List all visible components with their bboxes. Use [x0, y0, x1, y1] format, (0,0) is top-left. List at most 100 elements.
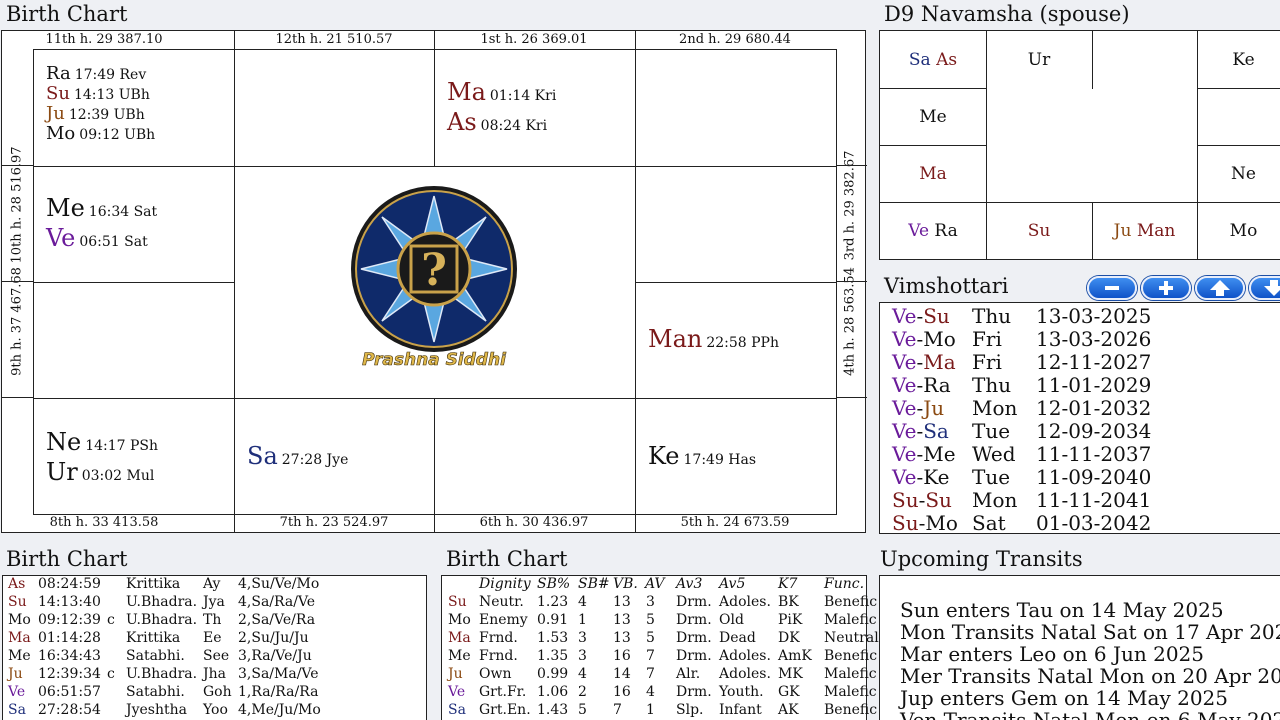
next-period-button[interactable] — [1249, 276, 1280, 300]
transit-item[interactable]: Ven Transits Natal Mon on 6 May 2025 — [900, 708, 1280, 720]
dasha-lord-b: Ke — [923, 465, 950, 489]
dasha-lord-a: Ve — [892, 419, 917, 443]
dasha-lord-b: Mo — [925, 511, 958, 535]
planet-mo: Mo 09:12 UBh — [46, 123, 156, 144]
vimshottari-title: Vimshottari — [884, 274, 1009, 298]
house-5-planets[interactable]: Ke 17:49 Has — [648, 444, 756, 468]
dasha-date: 11-01-2029 — [1036, 373, 1152, 397]
house-4-planets[interactable]: Man 22:58 PPh — [648, 327, 779, 351]
dasha-date: 11-11-2037 — [1036, 442, 1152, 466]
transits-list[interactable]: Sun enters Tau on 14 May 2025 Mon Transi… — [879, 575, 1280, 720]
planet-ke: Ke 17:49 Has — [648, 442, 757, 470]
vimshottari-list[interactable]: Ve-Su Thu 13-03-2025 Ve-Mo Fri 13-03-2026 Ve… — [879, 302, 1280, 535]
planet-sa: Sa 27:28 Jye — [247, 442, 349, 470]
house-label-6: 6th h. 30 436.97 — [479, 515, 589, 530]
collapse-button[interactable] — [1087, 276, 1137, 300]
birth-chart-table1-title: Birth Chart — [6, 547, 128, 571]
d9-cell-11: Ma — [919, 163, 947, 184]
planet-su: Su 14:13 UBh — [46, 83, 150, 104]
house-label-7: 7th h. 23 524.97 — [279, 515, 389, 530]
dasha-day: Thu — [972, 304, 1012, 328]
house-11-planets[interactable]: Ra 17:49 Rev Su 14:13 UBh Ju 12:39 UBh Mo 09… — [46, 65, 155, 143]
transit-item[interactable]: Jup enters Gem on 14 May 2025 — [900, 686, 1228, 710]
dasha-lord-a: Su — [892, 511, 919, 535]
planet-ve: Ve 06:51 Sat — [46, 224, 148, 252]
dasha-lord-b: Su — [925, 488, 952, 512]
d9-cell-2: Ur — [1027, 49, 1051, 70]
dasha-day: Thu — [972, 373, 1012, 397]
planet-ju: Ju 12:39 UBh — [46, 103, 145, 124]
transit-item[interactable]: Mon Transits Natal Sat on 17 Apr 2025 — [900, 620, 1280, 644]
dasha-day: Sat — [972, 511, 1006, 535]
d9-chart[interactable]: Sa As Ur Ke Me Ma Ne Ve Ra Su Ju Man Mo — [879, 30, 1280, 260]
dasha-lord-a: Ve — [892, 373, 917, 397]
dasha-date: 12-01-2032 — [1036, 396, 1152, 420]
dasha-lord-a: Su — [892, 488, 919, 512]
planet-ra: Ra 17:49 Rev — [46, 63, 147, 84]
dasha-lord-a: Ve — [892, 396, 917, 420]
d9-title: D9 Navamsha (spouse) — [884, 2, 1130, 26]
dasha-date: 12-11-2027 — [1036, 350, 1152, 374]
minus-icon — [1105, 286, 1119, 290]
transit-item[interactable]: Sun enters Tau on 14 May 2025 — [900, 598, 1224, 622]
prashna-siddhi-logo: ? Prashna Siddhi — [349, 184, 519, 384]
dasha-day: Wed — [972, 442, 1016, 466]
d9-cell-8: Ju Man — [1113, 221, 1176, 241]
transits-title: Upcoming Transits — [880, 547, 1083, 571]
transit-item[interactable]: Mar enters Leo on 6 Jun 2025 — [900, 642, 1204, 666]
dasha-lord-a: Ve — [892, 304, 917, 328]
d9-cell-9: Su — [1027, 221, 1051, 241]
house-label-11: 11th h. 29 387.10 — [45, 32, 163, 47]
logo-text: Prashna Siddhi — [362, 350, 506, 371]
house-8-planets[interactable]: Ne 14:17 PSh Ur 03:02 Mul — [46, 430, 158, 484]
house-label-1: 1st h. 26 369.01 — [480, 32, 588, 47]
dasha-date: 11-09-2040 — [1036, 465, 1152, 489]
dasha-lord-b: Sa — [923, 419, 949, 443]
dasha-date: 11-11-2041 — [1036, 488, 1152, 512]
birth-chart-table2-title: Birth Chart — [446, 547, 568, 571]
d9-cell-6: Ne — [1231, 163, 1256, 184]
dasha-lord-a: Ve — [892, 350, 917, 374]
dasha-lord-b: Ju — [923, 396, 945, 420]
d9-cell-1: Sa As — [908, 49, 958, 70]
svg-text:?: ? — [421, 245, 447, 296]
house-label-2: 2nd h. 29 680.44 — [679, 32, 791, 47]
birth-chart-title: Birth Chart — [6, 2, 128, 26]
dasha-day: Fri — [972, 327, 1002, 351]
dasha-day: Tue — [972, 419, 1011, 443]
d9-cell-10: Ve Ra — [908, 221, 958, 241]
dasha-date: 13-03-2026 — [1036, 327, 1152, 351]
planet-me: Me 16:34 Sat — [46, 194, 158, 222]
dasha-lord-b: Su — [923, 304, 950, 328]
dasha-day: Mon — [972, 488, 1018, 512]
planet-man: Man 22:58 PPh — [648, 325, 779, 353]
transit-item[interactable]: Mer Transits Natal Mon on 20 Apr 2025 — [900, 664, 1280, 688]
expand-button[interactable] — [1141, 276, 1191, 300]
dasha-lord-a: Ve — [892, 327, 917, 351]
house-7-planets[interactable]: Sa 27:28 Jye — [247, 444, 348, 468]
dasha-day: Fri — [972, 350, 1002, 374]
d9-cell-4: Ke — [1232, 49, 1255, 70]
dasha-date: 13-03-2025 — [1036, 304, 1152, 328]
birth-chart[interactable]: 11th h. 29 387.10 12th h. 21 510.57 1st … — [1, 30, 867, 533]
down-arrow-icon — [1264, 280, 1280, 296]
house-10-planets[interactable]: Me 16:34 Sat Ve 06:51 Sat — [46, 196, 157, 250]
dasha-lord-b: Ma — [923, 350, 956, 374]
dasha-day: Tue — [972, 465, 1011, 489]
house-1-planets[interactable]: Ma 01:14 Kri As 08:24 Kri — [447, 80, 556, 134]
planet-ur: Ur 03:02 Mul — [46, 458, 155, 486]
house-label-8: 8th h. 33 413.58 — [49, 515, 159, 530]
house-label-5: 5th h. 24 673.59 — [680, 515, 790, 530]
d9-cell-7: Mo — [1229, 221, 1258, 241]
planet-ne: Ne 14:17 PSh — [46, 428, 159, 456]
previous-period-button[interactable] — [1195, 276, 1245, 300]
dasha-lord-b: Mo — [923, 327, 956, 351]
up-arrow-icon — [1210, 280, 1230, 296]
plus-icon — [1159, 281, 1173, 295]
dasha-date: 01-03-2042 — [1036, 511, 1152, 535]
planet-positions-table[interactable]: As 08:24:59 Krittika Ay 4,Su/Ve/Mo Su 14:13:4… — [2, 575, 427, 720]
planet-strength-table[interactable]: Dignity SB% SB# VB. AV Av3 Av5 K7 Func. Su Neutr.… — [441, 575, 879, 720]
planet-as: As 08:24 Kri — [447, 108, 548, 136]
dasha-lord-b: Me — [923, 442, 956, 466]
dasha-date: 12-09-2034 — [1036, 419, 1152, 443]
